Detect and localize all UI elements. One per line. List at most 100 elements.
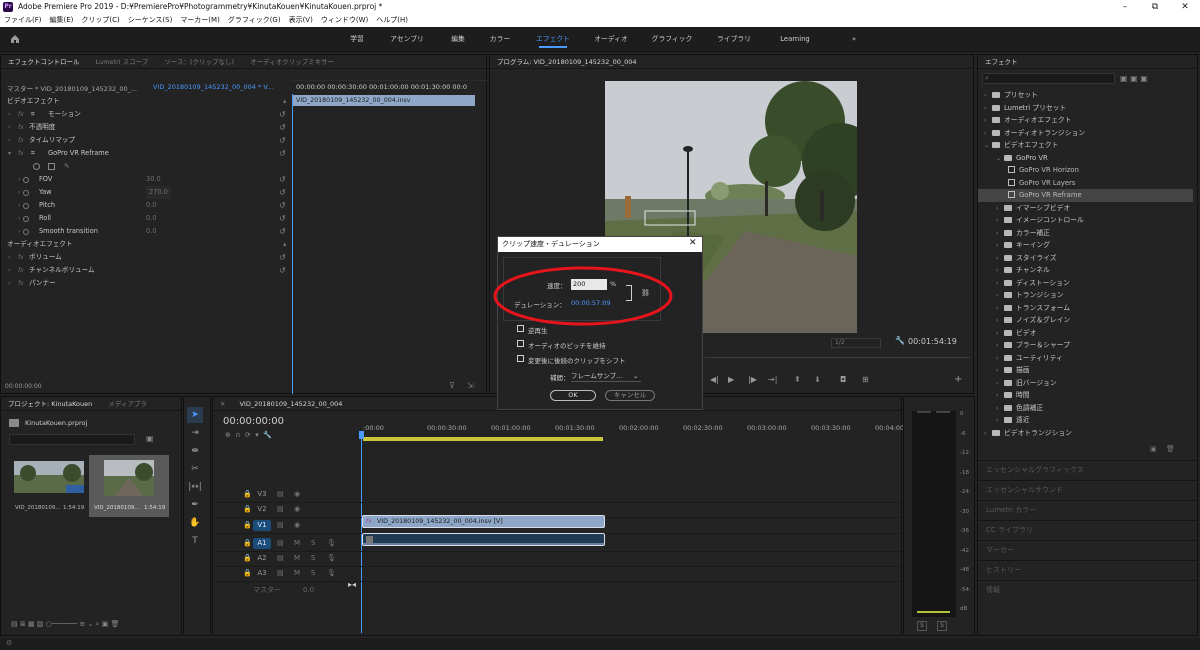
type-tool-icon[interactable]: T <box>187 533 203 549</box>
expand-triangle-icon[interactable]: › <box>8 264 10 277</box>
maximize-button[interactable]: ⧉ <box>1140 0 1170 14</box>
reset-icon[interactable]: ↺ <box>279 121 286 134</box>
track-toggle-v1[interactable]: V1 <box>253 520 271 531</box>
reset-icon[interactable]: ↺ <box>279 251 286 264</box>
menu-item[interactable]: ファイル(F) <box>4 14 42 27</box>
play-back-icon[interactable]: ◀| <box>710 375 719 384</box>
dialog-close-button[interactable]: ✕ <box>689 238 697 248</box>
collapsed-panel-tab[interactable]: エッセンシャルグラフィックス <box>978 460 1197 479</box>
project-search-input[interactable] <box>9 434 135 445</box>
zoom-slider[interactable]: ○────── <box>46 620 77 628</box>
timeline-timecode[interactable]: 00:00:00:00 <box>223 416 284 427</box>
effects-folder[interactable]: › 時間 <box>978 389 1193 402</box>
workspace-tab[interactable]: 編集 <box>445 27 471 52</box>
expand-triangle-icon[interactable]: › <box>8 121 10 134</box>
effects-folder[interactable]: › ブラー＆シャープ <box>978 339 1193 352</box>
tab-program[interactable]: プログラム: VID_20180109_145232_00_004 <box>490 55 644 68</box>
freeform-view-icon[interactable]: ▨ <box>37 620 44 628</box>
menu-item[interactable]: 表示(V) <box>289 14 313 27</box>
new-bin-icon[interactable]: ▣ <box>1150 445 1157 453</box>
yuv-effects-icon[interactable]: ▣ <box>1140 74 1148 83</box>
fx-icon[interactable]: fx <box>18 147 24 160</box>
workspace-tab[interactable]: オーディオ <box>591 27 631 52</box>
nest-icon[interactable]: ⊕ <box>225 431 231 439</box>
minimize-button[interactable]: – <box>1110 0 1140 14</box>
sync-lock-icon[interactable]: ▤ <box>277 518 284 533</box>
effects-folder[interactable]: › 色調補正 <box>978 402 1193 415</box>
rect-mask-icon[interactable] <box>48 163 55 170</box>
cancel-button[interactable]: キャンセル <box>605 390 655 401</box>
param-value[interactable]: 0.0 <box>146 225 157 238</box>
ec-playhead[interactable] <box>292 94 293 394</box>
camera-icon[interactable]: ◘ <box>840 375 846 384</box>
pen-mask-icon[interactable]: ✎ <box>64 160 70 173</box>
effects-folder[interactable]: › 描画 <box>978 364 1193 377</box>
menu-item[interactable]: グラフィック(G) <box>228 14 281 27</box>
sync-lock-icon[interactable]: ▤ <box>277 536 284 551</box>
extract-icon[interactable]: ⇟ <box>814 375 821 384</box>
fx-icon[interactable]: fx <box>18 108 24 121</box>
fx-icon[interactable]: fx <box>18 121 24 134</box>
reset-icon[interactable]: ↺ <box>279 212 286 225</box>
project-item[interactable]: VID_20180109... 1:54:19 <box>9 455 89 537</box>
accelerated-effects-icon[interactable]: ▣ <box>1120 74 1128 83</box>
effects-folder[interactable]: › オーディオエフェクト <box>978 114 1193 127</box>
solo-right-button[interactable]: S <box>937 621 947 631</box>
tab-project[interactable]: プロジェクト: KinutaKouen <box>1 397 99 410</box>
workspace-tab[interactable]: グラフィック <box>651 27 693 52</box>
playhead-handle[interactable] <box>359 431 364 439</box>
ripple-edit-tool-icon[interactable]: ⇼ <box>187 443 203 459</box>
workspace-tab[interactable]: 学習 <box>342 27 372 52</box>
collapsed-panel-tab[interactable]: CC ライブラリ <box>978 520 1197 539</box>
step-forward-icon[interactable]: |▶ <box>748 375 757 384</box>
list-view-icon[interactable]: ≣ <box>20 620 26 628</box>
expand-triangle-icon[interactable]: › <box>8 251 10 264</box>
track-toggle-v2[interactable]: V2 <box>253 504 271 515</box>
wrench-icon[interactable]: 🔧 <box>263 431 272 439</box>
new-item-icon[interactable]: ▣ <box>102 620 109 628</box>
lock-icon[interactable]: 🔒 <box>243 518 252 533</box>
add-marker-icon[interactable]: ▾ <box>255 431 259 439</box>
effects-preset[interactable]: GoPro VR Layers <box>978 177 1193 190</box>
track-select-tool-icon[interactable]: ⇥ <box>187 425 203 441</box>
expand-triangle-icon[interactable]: › <box>18 212 20 225</box>
stopwatch-icon[interactable] <box>23 216 29 222</box>
effects-folder[interactable]: › ビデオトランジション <box>978 427 1193 440</box>
collapse-icon[interactable]: ▴ <box>283 238 286 251</box>
track-toggle-a2[interactable]: A2 <box>253 553 271 564</box>
collapsed-panel-tab[interactable]: 情報 <box>978 580 1197 599</box>
video-clip[interactable]: fx VID_20180109_145232_00_004.insv [V] <box>362 515 605 528</box>
lock-icon[interactable]: ▤ <box>11 620 18 628</box>
mute-icon[interactable]: M <box>294 536 300 551</box>
reset-icon[interactable]: ↺ <box>279 147 286 160</box>
effects-folder[interactable]: › イメージコントロール <box>978 214 1193 227</box>
lock-icon[interactable]: 🔒 <box>243 551 252 566</box>
close-window-button[interactable]: ✕ <box>1170 0 1200 14</box>
project-item-selected[interactable]: VID_20180109... 1:54:19 <box>89 455 169 517</box>
wrench-icon[interactable]: 🔧 <box>895 336 905 345</box>
lift-icon[interactable]: ⇞ <box>794 375 801 384</box>
ellipse-mask-icon[interactable] <box>33 163 40 170</box>
effects-preset[interactable]: GoPro VR Horizon <box>978 164 1193 177</box>
tab-timeline[interactable]: VID_20180109_145232_00_004 <box>232 397 349 410</box>
effects-folder[interactable]: › トランジション <box>978 289 1193 302</box>
eye-icon[interactable]: ◉ <box>294 518 300 533</box>
effects-folder[interactable]: › ユーティリティ <box>978 352 1193 365</box>
sequence-clip-label[interactable]: VID_20180109_145232_00_004 * V... <box>153 83 273 91</box>
solo-icon[interactable]: S <box>311 536 315 551</box>
lock-icon[interactable]: 🔒 <box>243 536 252 551</box>
reset-icon[interactable]: ↺ <box>279 173 286 186</box>
menu-item[interactable]: クリップ(C) <box>81 14 119 27</box>
master-clip-label[interactable]: マスター * VID_20180109_145232_00_... <box>7 83 137 93</box>
hand-tool-icon[interactable]: ✋ <box>187 515 203 531</box>
razor-tool-icon[interactable]: ✂ <box>187 461 203 477</box>
icon-view-icon[interactable]: ▦ <box>28 620 35 628</box>
menu-item[interactable]: ウィンドウ(W) <box>321 14 368 27</box>
param-value[interactable]: 270.0 <box>146 186 171 199</box>
export-icon[interactable]: ⇲ <box>467 381 474 390</box>
sort-icon[interactable]: ≡ <box>79 620 85 628</box>
track-toggle-a3[interactable]: A3 <box>253 568 271 579</box>
menu-item[interactable]: マーカー(M) <box>180 14 220 27</box>
effects-folder[interactable]: › ディストーション <box>978 277 1193 290</box>
menu-item[interactable]: ヘルプ(H) <box>376 14 408 27</box>
